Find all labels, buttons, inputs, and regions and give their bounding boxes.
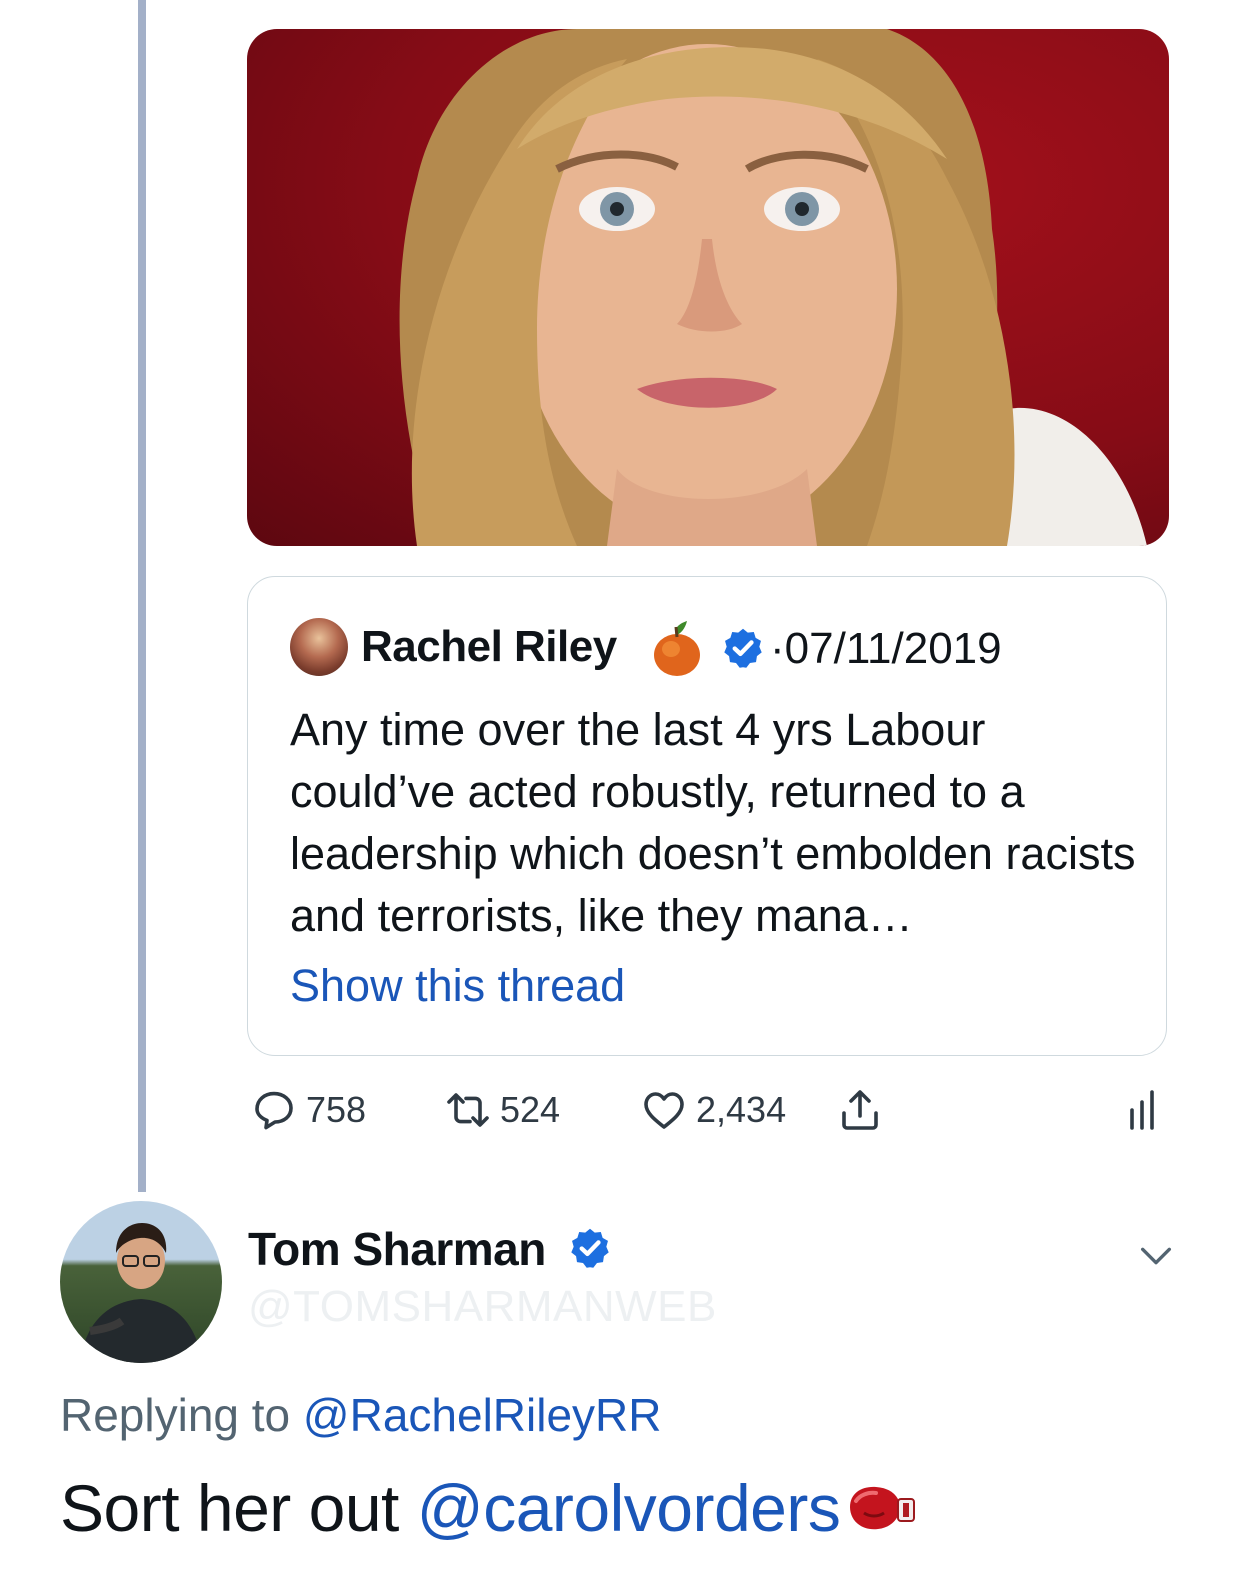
reply-tweet-text: Sort her out @carolvorders [60,1470,841,1546]
reply-author-avatar[interactable] [60,1201,222,1363]
replying-to-line: Replying to @RachelRileyRR [60,1388,662,1442]
quoted-author-name[interactable]: Rachel Riley [361,622,617,672]
reply-count: 758 [306,1089,367,1130]
show-thread-link[interactable]: Show this thread [290,960,625,1012]
analytics-icon [1130,1090,1154,1130]
replying-to-prefix: Replying to [60,1389,291,1441]
reply-button[interactable]: 758 [250,1080,366,1140]
boxing-glove-icon [850,1486,915,1530]
analytics-button[interactable] [1120,1080,1168,1140]
quoted-author-avatar[interactable] [290,618,348,676]
like-button[interactable]: 2,434 [640,1080,786,1140]
chevron-down-icon[interactable] [1136,1236,1176,1276]
peach-icon [654,621,700,676]
thread-connector-line [138,0,146,1192]
verified-badge-icon [724,628,762,668]
verified-badge-icon [571,1228,609,1268]
retweet-icon [447,1093,489,1127]
quoted-date[interactable]: ·07/11/2019 [770,624,1002,674]
replying-to-mention[interactable]: @RachelRileyRR [303,1389,662,1441]
tweet-photo[interactable] [247,29,1169,546]
quoted-tweet-text: Any time over the last 4 yrs Labour coul… [290,704,1136,941]
like-count: 2,434 [696,1089,787,1130]
retweet-button[interactable]: 524 [444,1080,560,1140]
reply-author-handle[interactable]: @TOMSHARMANWEB [248,1282,717,1332]
share-button[interactable] [836,1080,884,1140]
heart-icon [644,1092,684,1129]
share-icon [842,1090,878,1130]
reply-mention-link[interactable]: @carolvorders [417,1471,841,1545]
reply-icon [255,1091,293,1130]
retweet-count: 524 [500,1089,561,1130]
reply-text-body: Sort her out [60,1471,399,1545]
quoted-tweet-card[interactable]: Rachel Riley ·07/11/2019 Any time over t… [247,576,1167,1056]
tweet-action-bar: 758 524 2,434 [0,1080,1242,1140]
reply-author-name[interactable]: Tom Sharman [248,1222,546,1276]
